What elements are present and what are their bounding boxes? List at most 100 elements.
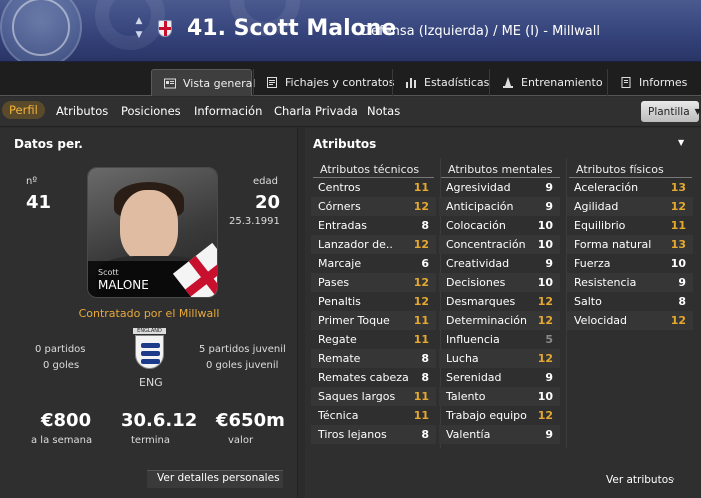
attribute-row[interactable]: Regate 11 <box>311 330 436 349</box>
attribute-value: 11 <box>413 314 429 327</box>
attribute-value: 13 <box>670 238 686 251</box>
attribute-row[interactable]: Fuerza 10 <box>567 254 693 273</box>
tab-vista-general[interactable]: Vista general <box>151 69 256 96</box>
plantilla-dropdown[interactable]: Plantilla ▼ <box>641 101 701 122</box>
attribute-value: 9 <box>545 200 553 213</box>
attribute-name: Creatividad <box>446 257 510 270</box>
attribute-row[interactable]: Tiros lejanos 8 <box>311 425 436 444</box>
view-personal-details-button[interactable]: Ver detalles personales <box>157 472 280 484</box>
attribute-row[interactable]: Centros 11 <box>311 178 436 197</box>
attribute-row[interactable]: Equilibrio 11 <box>567 216 693 235</box>
attributes-heading: Atributos <box>313 137 377 151</box>
attribute-row[interactable]: Talento 10 <box>439 387 560 406</box>
attribute-name: Lucha <box>446 352 479 365</box>
attribute-value: 10 <box>537 219 553 232</box>
panel-menu-icon[interactable]: ▼ <box>678 138 684 147</box>
attribute-row[interactable]: Pases 12 <box>311 273 436 292</box>
attribute-value: 9 <box>545 257 553 270</box>
attribute-row[interactable]: Técnica 11 <box>311 406 436 425</box>
tab-fichajes-contratos[interactable]: Fichajes y contratos <box>253 69 395 96</box>
tab-label: Informes <box>639 76 688 89</box>
attribute-row[interactable]: Salto 8 <box>567 292 693 311</box>
attribute-name: Salto <box>574 295 602 308</box>
tab-informes[interactable]: Informes <box>607 69 701 96</box>
attribute-value: 11 <box>670 219 686 232</box>
attribute-row[interactable]: Valentía 9 <box>439 425 560 444</box>
attribute-row[interactable]: Remate 8 <box>311 349 436 368</box>
attribute-row[interactable]: Resistencia 9 <box>567 273 693 292</box>
senior-goals: 0 goles <box>43 360 80 371</box>
attribute-row[interactable]: Lanzador de.. 12 <box>311 235 436 254</box>
subnav-notas[interactable]: Notas <box>367 104 400 118</box>
age-label: edad <box>253 176 278 187</box>
attribute-row[interactable]: Anticipación 9 <box>439 197 560 216</box>
attribute-row[interactable]: Velocidad 12 <box>567 311 693 330</box>
attribute-value: 10 <box>537 276 553 289</box>
attribute-name: Equilibrio <box>574 219 626 232</box>
attribute-row[interactable]: Decisiones 10 <box>439 273 560 292</box>
tab-estadisticas[interactable]: Estadísticas <box>392 69 489 96</box>
attribute-row[interactable]: Remates cabeza 8 <box>311 368 436 387</box>
subnav-atributos[interactable]: Atributos <box>56 104 108 118</box>
senior-caps: 0 partidos <box>35 344 86 355</box>
attribute-value: 11 <box>413 390 429 403</box>
attribute-row[interactable]: Creatividad 9 <box>439 254 560 273</box>
attribute-row[interactable]: Colocación 10 <box>439 216 560 235</box>
tab-label: Vista general <box>183 76 256 90</box>
attribute-value: 12 <box>537 295 553 308</box>
attribute-name: Influencia <box>446 333 500 346</box>
attribute-row[interactable]: Primer Toque 11 <box>311 311 436 330</box>
player-nav-arrows[interactable]: ▲ ▼ <box>133 14 145 44</box>
squad-number: 41 <box>26 192 52 213</box>
previous-player-button[interactable]: ▲ <box>133 14 145 28</box>
subnav-perfil[interactable]: Perfil <box>2 101 45 119</box>
tab-label: Entrenamiento <box>521 76 603 89</box>
attribute-name: Agilidad <box>574 200 619 213</box>
subnav-charla-privada[interactable]: Charla Privada <box>274 104 358 118</box>
number-label: nº <box>26 176 38 187</box>
attribute-name: Talento <box>446 390 486 403</box>
attribute-row[interactable]: Agresividad 9 <box>439 178 560 197</box>
attribute-row[interactable]: Córners 12 <box>311 197 436 216</box>
attribute-row[interactable]: Agilidad 12 <box>567 197 693 216</box>
attribute-row[interactable]: Influencia 5 <box>439 330 560 349</box>
attribute-name: Trabajo equipo <box>446 409 527 422</box>
attribute-name: Tiros lejanos <box>318 428 387 441</box>
view-attributes-button[interactable]: Ver atributos <box>606 474 674 486</box>
attribute-row[interactable]: Aceleración 13 <box>567 178 693 197</box>
id-card-icon <box>164 78 176 89</box>
tab-entrenamiento[interactable]: Entrenamiento <box>489 69 607 96</box>
attribute-row[interactable]: Trabajo equipo 12 <box>439 406 560 425</box>
attribute-row[interactable]: Serenidad 9 <box>439 368 560 387</box>
arrow-right-icon: › <box>671 474 675 485</box>
subnav-informacion[interactable]: Información <box>194 104 262 118</box>
attribute-value: 10 <box>537 238 553 251</box>
subnav-posiciones[interactable]: Posiciones <box>121 104 181 118</box>
badge-text: ENGLAND <box>133 328 166 334</box>
attribute-row[interactable]: Penaltis 12 <box>311 292 436 311</box>
attribute-row[interactable]: Saques largos 11 <box>311 387 436 406</box>
attribute-row[interactable]: Marcaje 6 <box>311 254 436 273</box>
attribute-row[interactable]: Determinación 12 <box>439 311 560 330</box>
attribute-row[interactable]: Lucha 12 <box>439 349 560 368</box>
attribute-value: 5 <box>545 333 553 346</box>
attribute-value: 10 <box>670 257 686 270</box>
attribute-name: Velocidad <box>574 314 628 327</box>
document-icon <box>266 77 278 88</box>
attribute-row[interactable]: Concentración 10 <box>439 235 560 254</box>
value-label: valor <box>228 435 254 446</box>
dropdown-label: Plantilla <box>648 105 690 118</box>
attribute-value: 10 <box>537 390 553 403</box>
player-position-club: Defensa (Izquierda) / ME (I) - Millwall <box>361 24 600 39</box>
tab-label: Fichajes y contratos <box>285 76 395 89</box>
bar-chart-icon <box>405 77 417 88</box>
attribute-row[interactable]: Forma natural 13 <box>567 235 693 254</box>
attribute-name: Marcaje <box>318 257 362 270</box>
header-decoration <box>95 0 165 50</box>
attribute-row[interactable]: Entradas 8 <box>311 216 436 235</box>
attribute-name: Centros <box>318 181 361 194</box>
next-player-button[interactable]: ▼ <box>133 28 145 42</box>
attribute-row[interactable]: Desmarques 12 <box>439 292 560 311</box>
attribute-value: 12 <box>413 276 429 289</box>
age-value: 20 <box>255 192 281 213</box>
